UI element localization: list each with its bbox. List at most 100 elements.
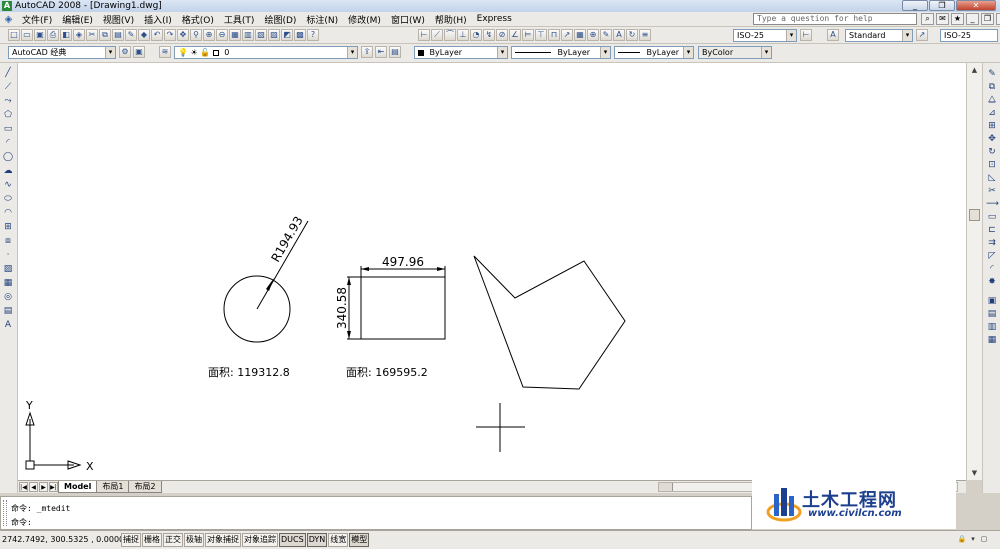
menu-help[interactable]: 帮助(H) xyxy=(430,13,472,26)
block-editor-icon[interactable]: ◆ xyxy=(138,29,150,41)
tool-palettes-icon[interactable]: ▧ xyxy=(255,29,267,41)
diameter-dim-icon[interactable]: ⊘ xyxy=(496,29,508,41)
grid-toggle[interactable]: 栅格 xyxy=(142,533,162,547)
menu-file[interactable]: 文件(F) xyxy=(17,13,57,26)
workspace-select[interactable]: AutoCAD 经典 ▾ xyxy=(8,46,116,59)
dim-style-select-2[interactable]: ISO-25 xyxy=(940,29,998,42)
circle-area-label[interactable]: 面积: 119312.8 xyxy=(208,366,290,379)
make-current-icon[interactable]: ⇪ xyxy=(361,46,373,58)
ellipse-arc-icon[interactable]: ◠ xyxy=(2,207,14,219)
arc-icon[interactable]: ◜ xyxy=(2,137,14,149)
tray-settings-icon[interactable]: ▾ xyxy=(968,534,978,545)
copy-icon[interactable]: ⧉ xyxy=(99,29,111,41)
command-prompt-input[interactable]: 命令: xyxy=(11,517,32,528)
arc-length-icon[interactable]: ⌒ xyxy=(444,29,456,41)
open-icon[interactable]: ▭ xyxy=(21,29,33,41)
bring-front-icon[interactable]: ▤ xyxy=(986,308,998,320)
drawing-canvas[interactable]: R194.93 497.96 340.58 面积: 119312.8 面积: 1… xyxy=(18,63,966,480)
quick-dim-icon[interactable]: ⊨ xyxy=(522,29,534,41)
help-search-input[interactable]: Type a question for help xyxy=(753,13,917,25)
break-at-point-icon[interactable]: ▭ xyxy=(986,211,998,223)
draw-order-icon[interactable]: ▣ xyxy=(986,295,998,307)
rectangle-icon[interactable]: ▭ xyxy=(2,123,14,135)
center-mark-icon[interactable]: ⊕ xyxy=(587,29,599,41)
text-front-icon[interactable]: ▦ xyxy=(986,334,998,346)
rotate-icon[interactable]: ↻ xyxy=(986,146,998,158)
scale-icon[interactable]: ⊡ xyxy=(986,159,998,171)
tab-layout2[interactable]: 布局2 xyxy=(128,481,162,493)
doc-close-button[interactable]: ✕ xyxy=(996,13,1000,25)
undo-icon[interactable]: ↶ xyxy=(151,29,163,41)
menu-window[interactable]: 窗口(W) xyxy=(386,13,430,26)
help-icon[interactable]: ? xyxy=(307,29,319,41)
vertical-scrollbar[interactable]: ▲ ▼ xyxy=(966,63,982,480)
make-block-icon[interactable]: ⧈ xyxy=(2,235,14,247)
layer-select[interactable]: 💡 ☀ 🔓 0 ▾ xyxy=(174,46,358,59)
aligned-dim-icon[interactable]: ⟋ xyxy=(431,29,443,41)
linear-dim-icon[interactable]: ⊢ xyxy=(418,29,430,41)
color-select[interactable]: ByLayer ▾ xyxy=(414,46,508,59)
paste-icon[interactable]: ▤ xyxy=(112,29,124,41)
polygon-icon[interactable]: ⬠ xyxy=(2,109,14,121)
rectangle-entity[interactable] xyxy=(360,276,446,340)
menu-express[interactable]: Express xyxy=(472,14,517,24)
revision-cloud-icon[interactable]: ☁ xyxy=(2,165,14,177)
search-icon[interactable]: ⌕ xyxy=(921,13,934,25)
properties-icon[interactable]: ▦ xyxy=(229,29,241,41)
menu-modify[interactable]: 修改(M) xyxy=(343,13,386,26)
redo-icon[interactable]: ↷ xyxy=(164,29,176,41)
scroll-up-icon[interactable]: ▲ xyxy=(969,65,980,75)
explode-icon[interactable]: ✸ xyxy=(986,276,998,288)
polyline-icon[interactable]: ⤳ xyxy=(2,95,14,107)
fillet-icon[interactable]: ◜ xyxy=(986,263,998,275)
osnap-toggle[interactable]: 对象捕捉 xyxy=(205,533,241,547)
width-dim-text[interactable]: 497.96 xyxy=(382,255,424,269)
rect-area-label[interactable]: 面积: 169595.2 xyxy=(346,366,428,379)
close-button[interactable]: ✕ xyxy=(956,0,996,11)
pan-icon[interactable]: ✥ xyxy=(177,29,189,41)
radius-dim-icon[interactable]: ◔ xyxy=(470,29,482,41)
dim-edit-icon[interactable]: ✎ xyxy=(600,29,612,41)
erase-icon[interactable]: ✎ xyxy=(986,68,998,80)
point-icon[interactable]: · xyxy=(2,249,14,261)
break-icon[interactable]: ⊏ xyxy=(986,224,998,236)
mirror-icon[interactable]: ⧋ xyxy=(986,94,998,106)
communication-center-icon[interactable]: ✉ xyxy=(936,13,949,25)
circle-icon[interactable]: ◯ xyxy=(2,151,14,163)
lineweight-toggle[interactable]: 线宽 xyxy=(328,533,349,547)
zoom-realtime-icon[interactable]: ⚲ xyxy=(190,29,202,41)
join-icon[interactable]: ⇉ xyxy=(986,237,998,249)
multileader-style-icon[interactable]: ↗ xyxy=(916,29,928,41)
next-tab-icon[interactable]: ▶ xyxy=(39,482,48,492)
dim-text-edit-icon[interactable]: A xyxy=(613,29,625,41)
hscroll-thumb[interactable] xyxy=(659,483,673,491)
baseline-icon[interactable]: ⊤ xyxy=(535,29,547,41)
otrack-toggle[interactable]: 对象追踪 xyxy=(242,533,278,547)
lock-icon[interactable]: 🔒 xyxy=(957,534,967,545)
ordinate-icon[interactable]: ⊥ xyxy=(457,29,469,41)
scroll-down-icon[interactable]: ▼ xyxy=(969,468,980,478)
copy-object-icon[interactable]: ⧉ xyxy=(986,81,998,93)
preview-icon[interactable]: ◧ xyxy=(60,29,72,41)
insert-block-icon[interactable]: ⊞ xyxy=(2,221,14,233)
layer-previous-icon[interactable]: ⇤ xyxy=(375,46,387,58)
dim-style-icon[interactable]: ≡ xyxy=(639,29,651,41)
favorites-icon[interactable]: ★ xyxy=(951,13,964,25)
scroll-thumb[interactable] xyxy=(969,209,980,221)
plot-icon[interactable]: ⎙ xyxy=(47,29,59,41)
save-icon[interactable]: ▣ xyxy=(34,29,46,41)
trim-icon[interactable]: ✂ xyxy=(986,185,998,197)
linetype-select[interactable]: ByLayer ▾ xyxy=(511,46,611,59)
region-icon[interactable]: ◎ xyxy=(2,291,14,303)
zoom-window-icon[interactable]: ⊕ xyxy=(203,29,215,41)
menu-tools[interactable]: 工具(T) xyxy=(219,13,260,26)
doc-minimize-button[interactable]: _ xyxy=(966,13,979,25)
dim-style-select[interactable]: ISO-25 ▾ xyxy=(733,29,797,42)
menu-draw[interactable]: 绘图(D) xyxy=(259,13,301,26)
angular-dim-icon[interactable]: ∠ xyxy=(509,29,521,41)
new-icon[interactable]: □ xyxy=(8,29,20,41)
leader-icon[interactable]: ↗ xyxy=(561,29,573,41)
hatch-icon[interactable]: ▨ xyxy=(2,263,14,275)
minimize-button[interactable]: _ xyxy=(902,0,928,11)
stretch-icon[interactable]: ◺ xyxy=(986,172,998,184)
